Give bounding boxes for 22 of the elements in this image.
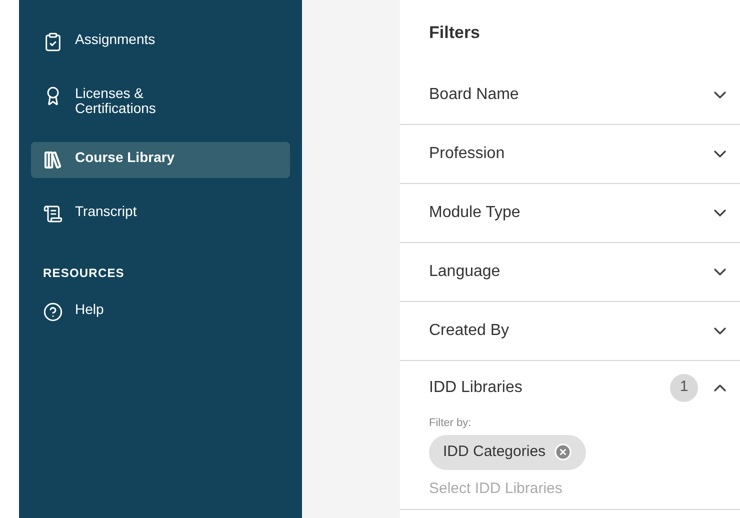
count-badge: 1 xyxy=(670,374,698,402)
filter-chip[interactable]: IDD Categories xyxy=(429,435,586,470)
help-icon xyxy=(43,302,63,322)
filter-group-header[interactable]: Created By xyxy=(400,302,740,360)
sidebar-item[interactable]: Assignments xyxy=(31,24,290,60)
books-icon xyxy=(43,150,63,170)
sidebar-item[interactable]: Licenses & Certifications xyxy=(31,78,290,124)
filter-group-header[interactable]: IDD Libraries 1 xyxy=(400,360,740,414)
filter-by-label: Filter by: xyxy=(429,416,472,430)
section-heading: RESOURCES xyxy=(43,265,126,282)
sidebar-item[interactable]: Course Library xyxy=(31,142,290,178)
clipboard-icon xyxy=(43,32,63,52)
scroll-icon xyxy=(43,204,63,224)
filter-group-header[interactable]: Module Type xyxy=(400,184,740,242)
sidebar-item[interactable]: Transcript xyxy=(31,196,290,232)
filter-group-header[interactable]: Board Name xyxy=(400,66,740,124)
filters-title: Filters xyxy=(428,22,482,44)
filter-group-header[interactable]: Language xyxy=(400,242,740,300)
remove-icon[interactable] xyxy=(554,443,572,462)
sidebar-item[interactable]: Help xyxy=(31,294,290,330)
select-field[interactable]: Select IDD Libraries xyxy=(429,478,709,500)
filter-group-header[interactable]: Profession xyxy=(400,124,740,182)
